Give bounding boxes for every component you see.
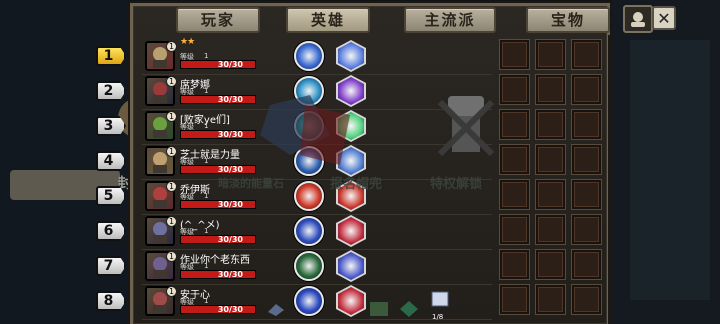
rank-badge: 1 xyxy=(166,251,177,262)
trait-icon[interactable] xyxy=(336,40,366,72)
scrollbar[interactable] xyxy=(608,35,612,324)
item-slot[interactable] xyxy=(500,145,529,174)
skill-icon[interactable] xyxy=(294,181,324,211)
level-value: 1 xyxy=(204,227,209,235)
item-slot[interactable] xyxy=(500,250,529,279)
item-slot[interactable] xyxy=(572,40,601,69)
hp-text: 30/30 xyxy=(217,200,243,209)
lock-icon xyxy=(437,96,495,157)
item-slot[interactable] xyxy=(500,40,529,69)
bg-creature xyxy=(260,95,350,165)
item-slot[interactable] xyxy=(572,75,601,104)
item-slot[interactable] xyxy=(572,110,601,139)
item-slot[interactable] xyxy=(536,180,565,209)
hp-bar: 30/30 xyxy=(180,235,256,244)
rank-badge: 1 xyxy=(166,286,177,297)
trait-icon[interactable] xyxy=(336,215,366,247)
tab-player[interactable]: 玩家 xyxy=(176,7,260,33)
hp-bar: 30/30 xyxy=(180,95,256,104)
bg-text-helmet: 报名帽兜 xyxy=(330,177,383,192)
rank-badge: 1 xyxy=(166,76,177,87)
item-slot[interactable] xyxy=(536,250,565,279)
hp-bar: 30/30 xyxy=(180,200,256,209)
avatar-icon xyxy=(631,12,645,27)
skill-icon[interactable] xyxy=(294,216,324,246)
page-counter: 1/8 xyxy=(432,313,444,321)
item-slot[interactable] xyxy=(572,250,601,279)
hp-bar: 30/30 xyxy=(180,270,256,279)
hp-text: 30/30 xyxy=(217,60,243,69)
item-slot[interactable] xyxy=(500,215,529,244)
hp-text: 30/30 xyxy=(217,305,243,314)
rank-badge: 1 xyxy=(166,181,177,192)
hp-bar: 30/30 xyxy=(180,60,256,69)
trait-icon[interactable] xyxy=(336,250,366,282)
tome-icon xyxy=(370,302,388,316)
hp-text: 30/30 xyxy=(217,95,243,104)
item-slot[interactable] xyxy=(500,285,529,314)
item-slot[interactable] xyxy=(500,110,529,139)
hp-text: 30/30 xyxy=(217,130,243,139)
hp-text: 30/30 xyxy=(217,270,243,279)
item-slot[interactable] xyxy=(536,40,565,69)
item-slot[interactable] xyxy=(572,180,601,209)
level-value: 1 xyxy=(204,157,209,165)
item-slot[interactable] xyxy=(572,145,601,174)
hp-text: 30/30 xyxy=(217,235,243,244)
trait-icon[interactable] xyxy=(336,285,366,317)
tab-main-faction[interactable]: 主流派 xyxy=(404,7,496,33)
skill-icon[interactable] xyxy=(294,41,324,71)
rank-badge: 1 xyxy=(166,146,177,157)
star-rating: ★★ xyxy=(180,37,195,47)
hp-bar: 30/30 xyxy=(180,165,256,174)
hp-bar: 30/30 xyxy=(180,305,256,314)
rank-badge: 1 xyxy=(166,111,177,122)
bg-text-stone: 暗淡的能量石 xyxy=(218,177,284,190)
rank-badge: 1 xyxy=(166,41,177,52)
item-slot[interactable] xyxy=(536,285,565,314)
tab-hero[interactable]: 英雄 xyxy=(286,7,370,33)
item-slot[interactable] xyxy=(500,180,529,209)
hammer-icon xyxy=(268,304,284,316)
level-value: 1 xyxy=(204,52,209,60)
skill-icon[interactable] xyxy=(294,251,324,281)
hp-text: 30/30 xyxy=(217,165,243,174)
gem-icon xyxy=(400,301,418,317)
item-slot[interactable] xyxy=(536,215,565,244)
table-row[interactable]: 1 ★★ 等级 1 30/30 xyxy=(142,37,492,75)
hp-bar: 30/30 xyxy=(180,130,256,139)
skill-icon[interactable] xyxy=(294,286,324,316)
item-slot[interactable] xyxy=(572,215,601,244)
item-slot[interactable] xyxy=(536,75,565,104)
item-slot[interactable] xyxy=(536,145,565,174)
table-row[interactable]: 1 作业你个老东西 等级 1 30/30 xyxy=(142,249,492,285)
item-slot[interactable] xyxy=(572,285,601,314)
item-slot[interactable] xyxy=(500,75,529,104)
bg-text-privilege: 特权解锁 xyxy=(430,177,483,192)
card-icon xyxy=(431,291,449,307)
level-value: 1 xyxy=(204,87,209,95)
level-value: 1 xyxy=(204,262,209,270)
item-slot[interactable] xyxy=(536,110,565,139)
table-row[interactable]: 1 (^_^メ) 等级 1 30/30 xyxy=(142,214,492,250)
level-value: 1 xyxy=(204,297,209,305)
profile-button[interactable] xyxy=(623,5,653,33)
level-value: 1 xyxy=(204,122,209,130)
rank-badge: 1 xyxy=(166,216,177,227)
tab-treasure[interactable]: 宝物 xyxy=(526,7,610,33)
level-value: 1 xyxy=(204,192,209,200)
close-button[interactable]: ✕ xyxy=(652,6,676,30)
